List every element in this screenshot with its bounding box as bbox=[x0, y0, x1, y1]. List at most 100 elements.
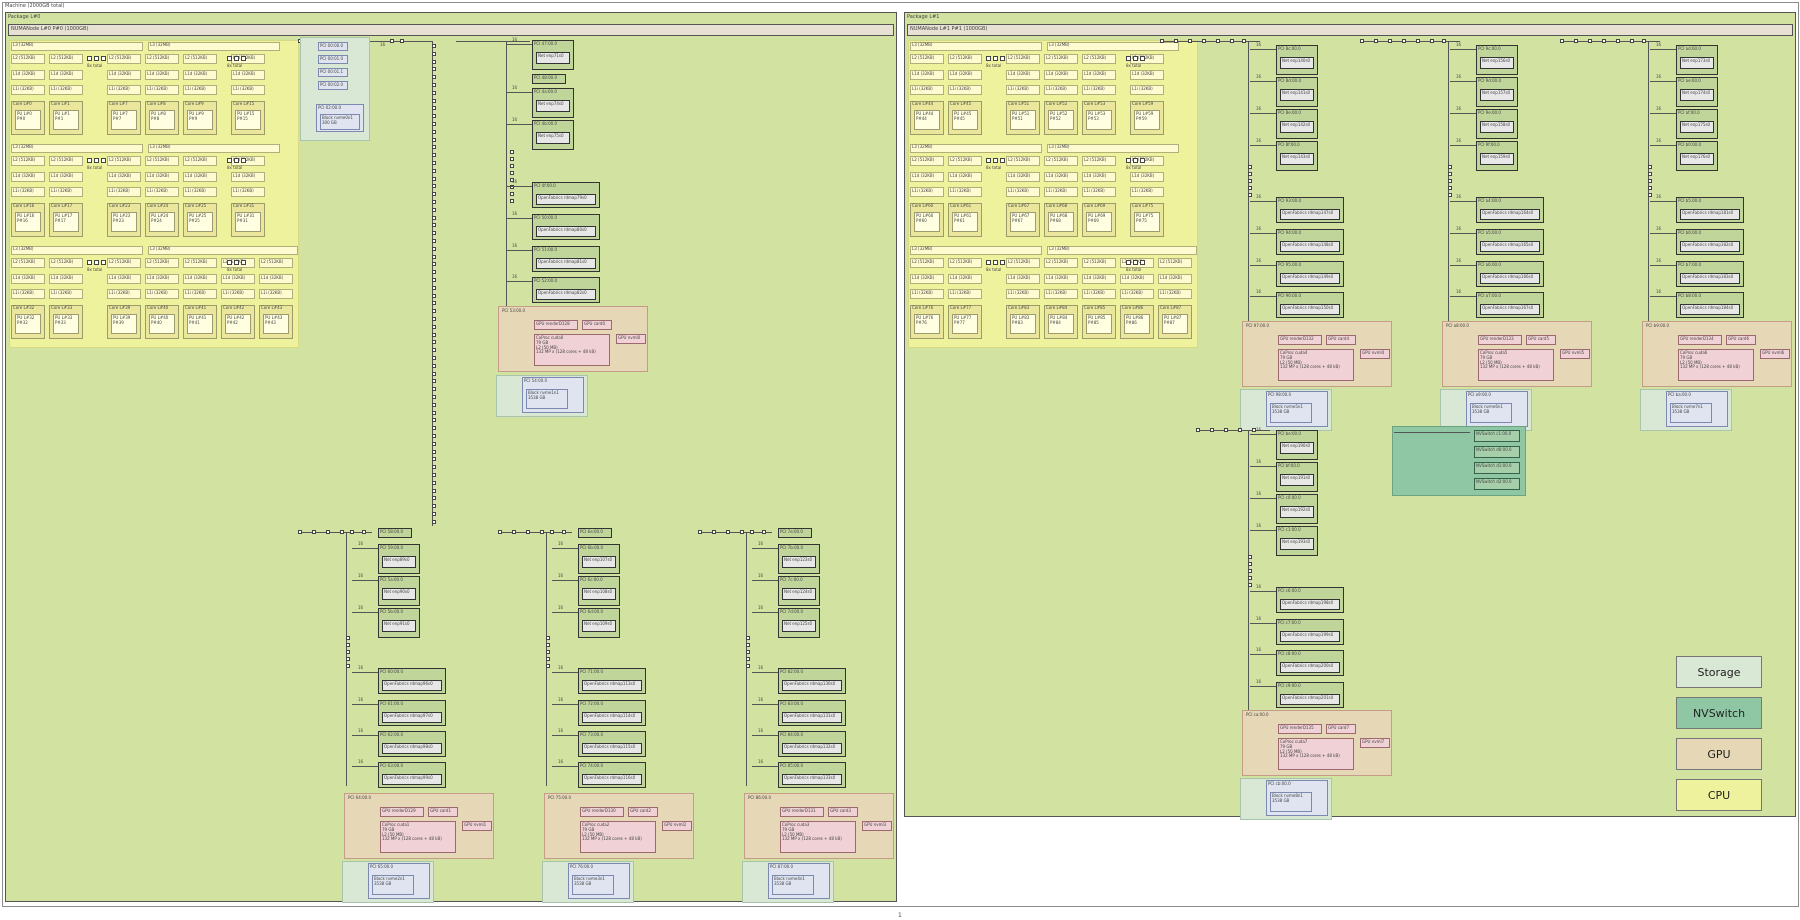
rdma-device-label: OpenFabrics rdmap166s0 bbox=[1482, 274, 1534, 279]
pci-link-line bbox=[752, 672, 778, 673]
l2-cache-label: L2 (512KB) bbox=[950, 55, 973, 60]
pci-address-label: PCI 6b:00.0 bbox=[580, 545, 603, 550]
link-speed: 16 bbox=[1656, 258, 1662, 263]
l1d-cache-label: L1d (32KB) bbox=[1008, 71, 1031, 76]
more-total-label: 8x total bbox=[87, 63, 103, 68]
package-title: Package L#0 bbox=[8, 14, 41, 20]
gpu-nvml-label: GPU nvml5 bbox=[1562, 350, 1585, 355]
pu-label: PU L#76 P#76 bbox=[916, 315, 934, 325]
pu-label: PU L#23 P#23 bbox=[113, 213, 131, 223]
bridge-port bbox=[1360, 39, 1364, 43]
link-speed: 16 bbox=[1456, 289, 1462, 294]
pci-device-label: PCI 00:01.0 bbox=[320, 56, 343, 61]
bridge-port bbox=[1574, 39, 1578, 43]
bridge-port bbox=[432, 106, 436, 111]
l1i-cache-label: L1i (32KB) bbox=[1046, 86, 1067, 91]
pu-label: PU L#86 P#86 bbox=[1126, 315, 1144, 325]
bridge-port bbox=[432, 293, 436, 298]
pci-link-line bbox=[1250, 201, 1276, 202]
pci-address-label: PCI 82:00.0 bbox=[780, 669, 803, 674]
pci-address-label: PCI 6d:00.0 bbox=[580, 609, 603, 614]
bridge-port bbox=[1648, 179, 1652, 183]
pci-address-label: PCI 48:00.0 bbox=[534, 75, 557, 80]
pu-label: PU L#85 P#85 bbox=[1088, 315, 1106, 325]
bridge-port bbox=[432, 239, 436, 243]
link-speed: 16 bbox=[358, 605, 364, 610]
bridge-port bbox=[346, 643, 350, 647]
bridge-port bbox=[432, 207, 436, 212]
pu-label: PU L#1 P#1 bbox=[55, 111, 70, 121]
bridge-port bbox=[432, 153, 436, 158]
link-speed: 16 bbox=[558, 665, 564, 670]
pci-link-line bbox=[1650, 49, 1676, 50]
l1i-cache-label: L1i (32KB) bbox=[950, 290, 971, 295]
l1i-cache-label: L1i (32KB) bbox=[185, 290, 206, 295]
gpu-render-label: GPU renderD133 bbox=[1480, 336, 1514, 341]
block-device-label: Block nvme5n1 3538 GB bbox=[1272, 404, 1303, 414]
link-speed: 16 bbox=[1256, 427, 1262, 432]
link-speed: 16 bbox=[758, 605, 764, 610]
bridge-port bbox=[1630, 39, 1634, 43]
l1d-cache-label: L1d (32KB) bbox=[13, 71, 36, 76]
core-label: Core L#17 bbox=[51, 203, 73, 208]
bridge-port bbox=[432, 184, 436, 189]
rdma-device-label: OpenFabrics rdmap200s0 bbox=[1282, 663, 1334, 668]
l2-cache-label: L2 (512KB) bbox=[13, 259, 36, 264]
core-label: Core L#25 bbox=[185, 203, 207, 208]
pci-link-line bbox=[506, 124, 532, 125]
l1i-cache-label: L1i (32KB) bbox=[109, 290, 130, 295]
pci-link-line bbox=[1250, 686, 1276, 687]
rdma-device-label: OpenFabrics rdmap114s0 bbox=[584, 713, 636, 718]
more-caches-indicator bbox=[241, 158, 246, 163]
bridge-port bbox=[432, 434, 436, 438]
nvswitch-label: NVSwitch d2:00.0 bbox=[1476, 479, 1512, 484]
gpu-nvml-label: GPU nvml0 bbox=[618, 335, 641, 340]
gpu-card-label: GPU card7 bbox=[1328, 725, 1350, 730]
link-speed: 16 bbox=[1256, 616, 1262, 621]
bridge-port bbox=[1648, 193, 1652, 197]
bridge-port bbox=[510, 157, 514, 161]
bridge-port bbox=[1648, 172, 1652, 176]
more-total-label: 8x total bbox=[227, 165, 243, 170]
bridge-port bbox=[546, 636, 550, 640]
more-caches-indicator bbox=[241, 260, 246, 265]
rdma-device-label: OpenFabrics rdmap198s0 bbox=[1282, 600, 1334, 605]
pci-link-line bbox=[298, 532, 372, 533]
l1i-cache-label: L1i (32KB) bbox=[1122, 290, 1143, 295]
pci-address-label: PCI ad:00.0 bbox=[1678, 46, 1701, 51]
pci-address-label: PCI 7d:00.0 bbox=[780, 609, 803, 614]
l2-cache-label: L2 (512KB) bbox=[1008, 259, 1031, 264]
pci-address-label: PCI 7b:00.0 bbox=[780, 545, 803, 550]
rdma-device-label: OpenFabrics rdmap201s0 bbox=[1282, 695, 1334, 700]
bridge-port bbox=[432, 504, 436, 509]
pci-address-label: PCI c1:00.0 bbox=[1278, 527, 1301, 532]
rdma-device-label: OpenFabrics rdmap115s0 bbox=[584, 744, 636, 749]
l1i-cache-label: L1i (32KB) bbox=[1084, 290, 1105, 295]
link-speed: 16 bbox=[380, 42, 386, 47]
more-caches-indicator bbox=[1140, 260, 1145, 265]
pci-link-line bbox=[1650, 113, 1676, 114]
more-caches-indicator bbox=[234, 260, 239, 265]
pu-label: PU L#17 P#17 bbox=[55, 213, 73, 223]
l1i-cache-label: L1i (32KB) bbox=[51, 290, 72, 295]
bridge-port bbox=[432, 348, 436, 353]
l2-cache-label: L2 (512KB) bbox=[950, 259, 973, 264]
core-label: Core L#53 bbox=[1084, 101, 1106, 106]
bridge-port bbox=[1374, 39, 1378, 43]
bridge-port bbox=[432, 488, 436, 493]
l1i-cache-label: L1i (32KB) bbox=[13, 86, 34, 91]
more-total-label: 8x total bbox=[1126, 63, 1142, 68]
l1d-cache-label: L1d (32KB) bbox=[109, 173, 132, 178]
bridge-port bbox=[746, 657, 750, 661]
l1i-cache-label: L1i (32KB) bbox=[1084, 188, 1105, 193]
bridge-port bbox=[1160, 39, 1164, 43]
l3-cache bbox=[148, 246, 298, 255]
pci-link-line bbox=[752, 735, 778, 736]
pu-label: PU L#61 P#61 bbox=[954, 213, 972, 223]
l2-cache-label: L2 (512KB) bbox=[13, 55, 36, 60]
pci-address-label: PCI 96:00.0 bbox=[1278, 293, 1301, 298]
bridge-port bbox=[510, 171, 514, 175]
more-caches-indicator bbox=[241, 56, 246, 61]
pci-link-line bbox=[456, 41, 530, 42]
l1i-cache-label: L1i (32KB) bbox=[233, 86, 254, 91]
